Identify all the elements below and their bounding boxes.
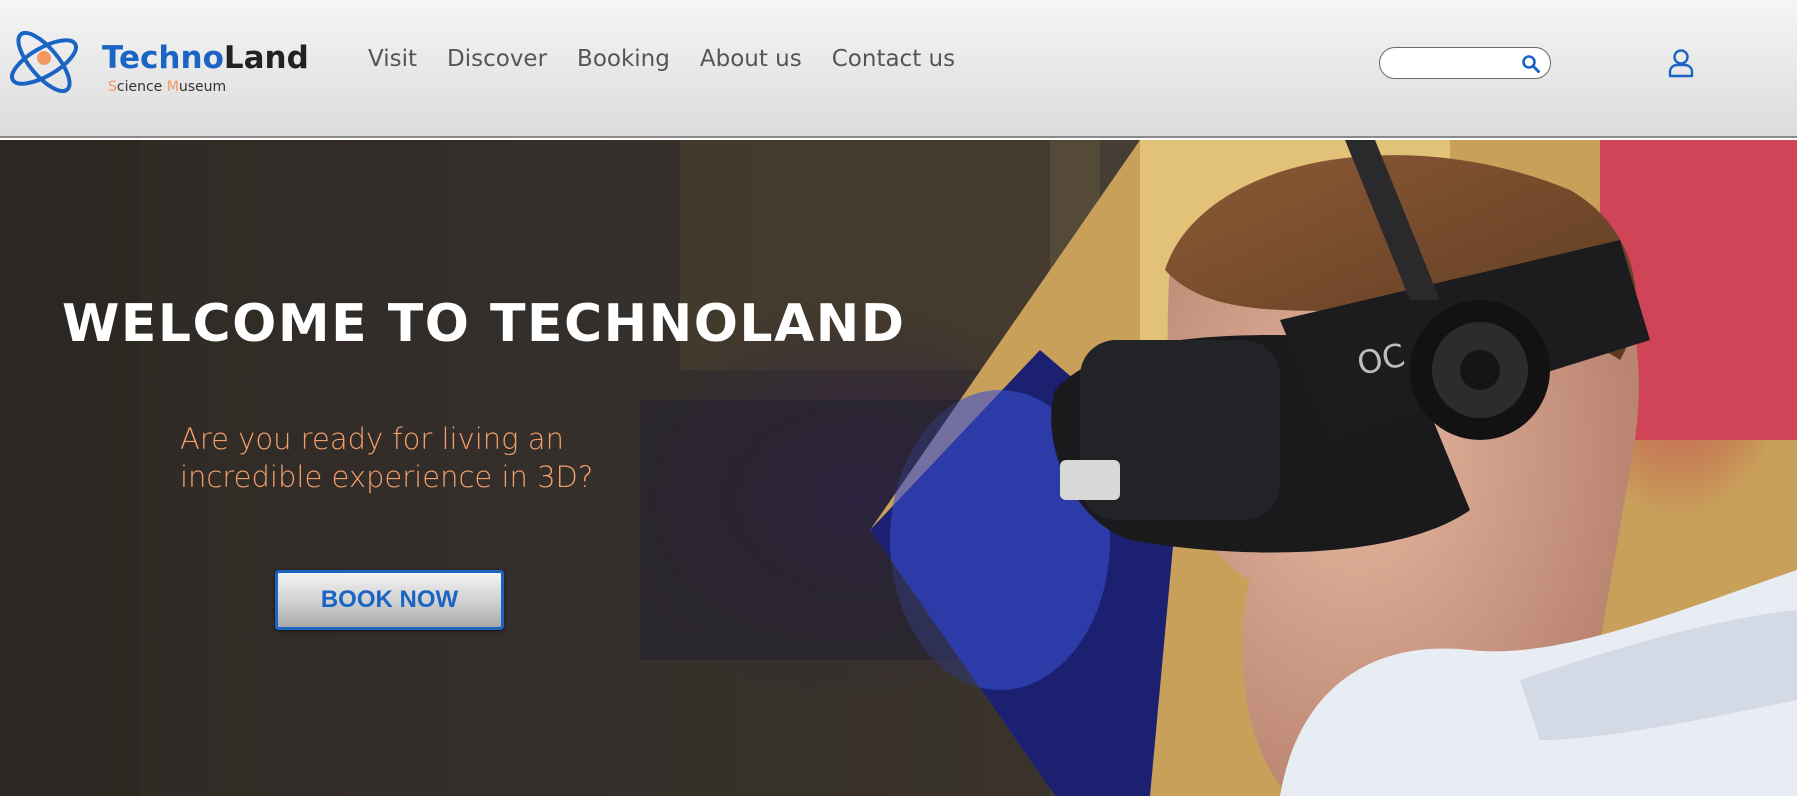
atom-logo-icon: [10, 30, 78, 94]
main-nav: Visit Discover Booking About us Contact …: [368, 46, 985, 72]
tagline-part1: cience: [116, 79, 167, 95]
tagline-initial-m: M: [166, 79, 179, 95]
logo-title-techno: Techno: [102, 40, 224, 76]
logo-tagline: Science Museum: [108, 79, 226, 95]
nav-item-about-us[interactable]: About us: [700, 46, 802, 72]
nav-item-visit[interactable]: Visit: [368, 46, 417, 72]
hero-title: WELCOME TO TECHNOLAND: [62, 294, 906, 354]
nav-item-booking[interactable]: Booking: [577, 46, 670, 72]
search-icon[interactable]: [1521, 54, 1541, 74]
search-box: [1379, 47, 1551, 79]
book-now-button[interactable]: BOOK NOW: [275, 570, 504, 630]
hero-subtitle-line2: incredible experience in 3D?: [180, 460, 594, 494]
tagline-initial-s: S: [108, 79, 117, 95]
hero-subtitle-line1: Are you ready for living an: [180, 422, 564, 456]
logo-title-land: Land: [223, 40, 309, 76]
hero-section: OC WELCOME TO TECHNOLAND Are you ready f…: [0, 140, 1797, 796]
tagline-part2: useum: [178, 79, 227, 95]
nav-item-contact-us[interactable]: Contact us: [832, 46, 955, 72]
user-icon[interactable]: [1665, 47, 1697, 79]
nav-item-discover[interactable]: Discover: [447, 46, 547, 72]
technoland-logo[interactable]: TechnoLand Science Museum: [6, 22, 316, 106]
hero-subtitle: Are you ready for living an incredible e…: [180, 420, 600, 496]
site-header: TechnoLand Science Museum Visit Discover…: [0, 0, 1797, 138]
search-input[interactable]: [1392, 53, 1517, 73]
logo-title: TechnoLand: [102, 40, 309, 76]
